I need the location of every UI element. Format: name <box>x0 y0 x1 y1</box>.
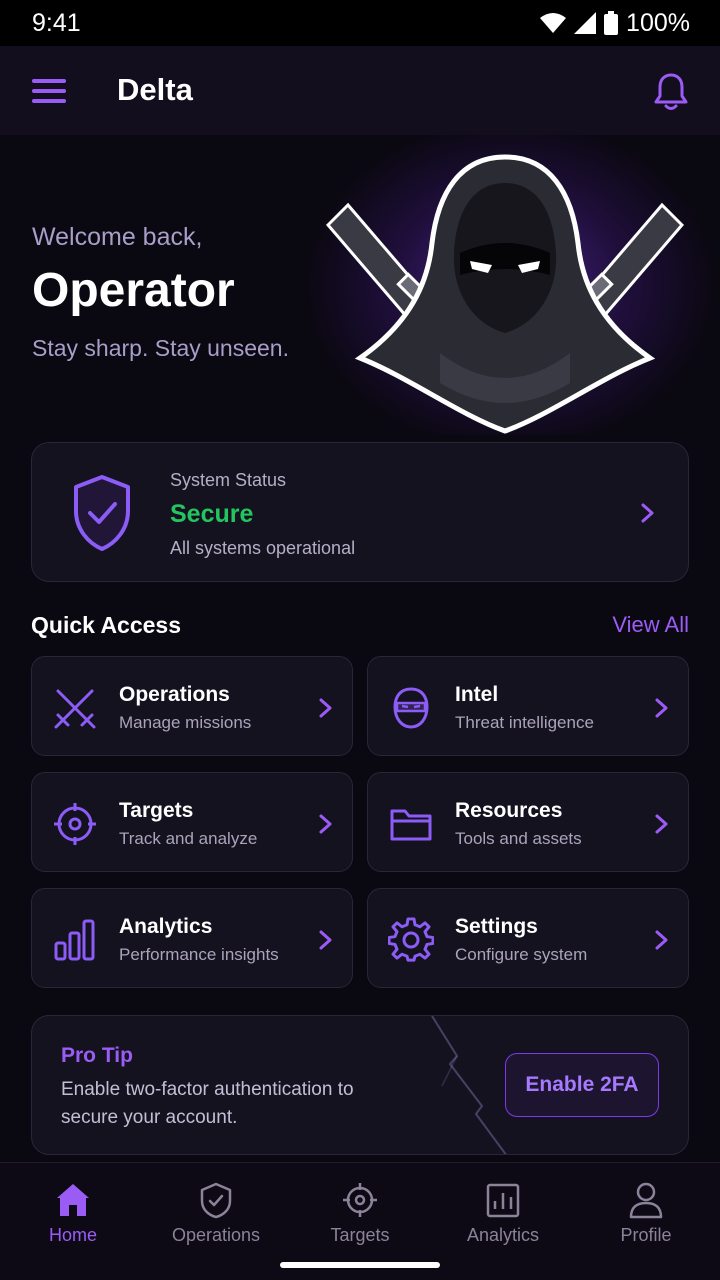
view-all-link[interactable]: View All <box>612 612 689 638</box>
chevron-right-icon <box>655 698 668 718</box>
app-bar: Delta <box>0 46 720 135</box>
quick-access-targets[interactable]: Targets Track and analyze <box>31 772 353 872</box>
quick-access-resources[interactable]: Resources Tools and assets <box>367 772 689 872</box>
crosshair-icon <box>343 1183 377 1217</box>
shield-check-icon <box>200 1182 232 1219</box>
quick-access-subtitle: Threat intelligence <box>455 713 594 732</box>
user-name: Operator <box>32 264 235 317</box>
ninja-mascot-logo <box>325 154 685 434</box>
gear-icon <box>388 917 434 962</box>
home-indicator <box>280 1262 440 1268</box>
chevron-right-icon <box>655 930 668 950</box>
status-time: 9:41 <box>32 8 81 37</box>
shield-check-icon <box>74 475 130 551</box>
nav-label: Targets <box>330 1225 390 1245</box>
status-value: Secure <box>170 500 254 528</box>
quick-access-settings[interactable]: Settings Configure system <box>367 888 689 988</box>
quick-access-subtitle: Manage missions <box>119 713 252 732</box>
person-icon <box>629 1182 663 1219</box>
system-status-card[interactable]: System Status Secure All systems operati… <box>31 442 689 582</box>
quick-access-intel[interactable]: Intel Threat intelligence <box>367 656 689 756</box>
quick-access-title: Settings <box>455 915 538 938</box>
hero-section: Welcome back, Operator Stay sharp. Stay … <box>0 135 720 435</box>
quick-access-title: Resources <box>455 799 563 822</box>
chevron-right-icon <box>319 930 332 950</box>
quick-access-operations[interactable]: Operations Manage missions <box>31 656 353 756</box>
nav-profile[interactable]: Profile <box>574 1163 718 1263</box>
ninja-mask-icon <box>393 687 429 729</box>
enable-2fa-button[interactable]: Enable 2FA <box>505 1053 659 1117</box>
quick-access-analytics[interactable]: Analytics Performance insights <box>31 888 353 988</box>
nav-operations[interactable]: Operations <box>144 1163 288 1263</box>
bell-icon[interactable] <box>652 72 690 112</box>
nav-label: Home <box>48 1225 97 1245</box>
bar-chart-icon <box>486 1183 520 1218</box>
quick-access-subtitle: Configure system <box>455 945 588 964</box>
quick-access-title: Targets <box>119 799 194 822</box>
menu-icon[interactable] <box>32 79 66 103</box>
home-icon <box>57 1184 89 1216</box>
status-icons: 100% <box>540 9 690 38</box>
nav-label: Analytics <box>466 1225 540 1245</box>
quick-access-title: Quick Access <box>31 612 182 638</box>
battery-percent: 100% <box>626 8 690 37</box>
chevron-right-icon <box>319 698 332 718</box>
nav-home[interactable]: Home <box>1 1163 145 1263</box>
chevron-right-icon <box>641 503 654 523</box>
pro-tip-title: Pro Tip <box>61 1044 133 1067</box>
quick-access-title: Intel <box>455 683 499 706</box>
nav-targets[interactable]: Targets <box>288 1163 432 1263</box>
nav-analytics[interactable]: Analytics <box>431 1163 575 1263</box>
crossed-swords-icon <box>54 689 96 729</box>
welcome-text: Welcome back, <box>32 223 203 251</box>
folder-icon <box>390 809 432 841</box>
quick-access-title: Analytics <box>119 915 213 938</box>
pro-tip-text: Enable two-factor authentication to secu… <box>61 1079 354 1128</box>
wifi-icon <box>540 13 567 33</box>
chevron-right-icon <box>319 814 332 834</box>
app-title: Delta <box>117 72 193 107</box>
quick-access-subtitle: Track and analyze <box>119 829 258 848</box>
crosshair-icon <box>54 803 96 845</box>
quick-access-title: Operations <box>119 683 230 706</box>
quick-access-subtitle: Performance insights <box>119 945 279 964</box>
signal-icon <box>574 12 597 34</box>
nav-label: Profile <box>620 1225 672 1245</box>
bar-chart-icon <box>54 919 95 961</box>
status-label: System Status <box>170 470 287 490</box>
tagline: Stay sharp. Stay unseen. <box>32 335 289 361</box>
quick-access-subtitle: Tools and assets <box>455 829 582 848</box>
status-subtitle: All systems operational <box>170 538 356 558</box>
nav-label: Operations <box>171 1225 261 1245</box>
pro-tip-card: Pro Tip Enable two-factor authentication… <box>31 1015 689 1155</box>
chevron-right-icon <box>655 814 668 834</box>
battery-icon <box>604 11 619 35</box>
status-bar: 9:41 100% <box>0 0 720 46</box>
